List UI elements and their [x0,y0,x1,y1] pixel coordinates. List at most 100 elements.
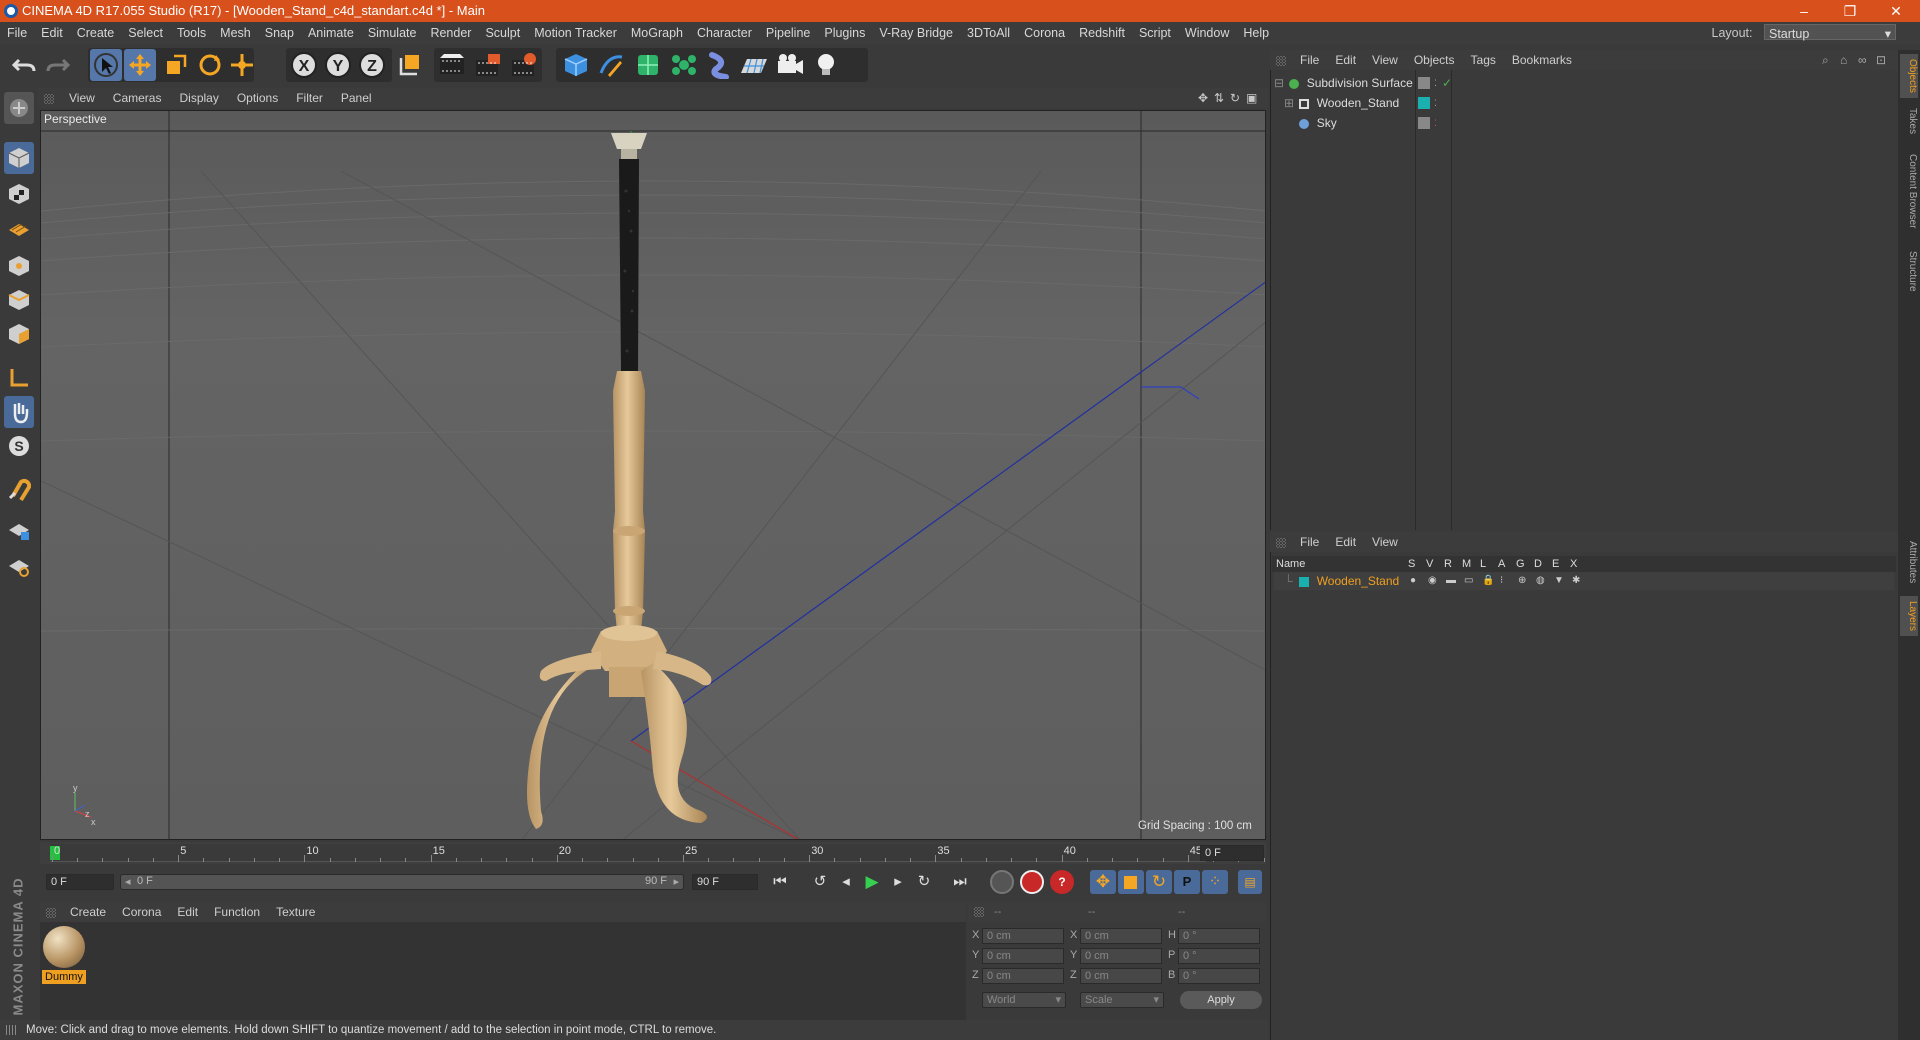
mograph-cloner-button[interactable] [668,49,700,81]
object-row-subdivision-surface[interactable]: ⊟ Subdivision Surface ⁚ ✓ [1274,74,1894,92]
menu-create[interactable]: Create [70,22,122,44]
viewport-zoom-icon[interactable]: ⇅ [1214,88,1224,108]
tab-attributes[interactable]: Attributes [1900,534,1918,590]
layer-lock-icon[interactable]: 🔒 [1482,572,1494,590]
timeline-window-button[interactable]: ▤ [1238,870,1262,894]
search-icon[interactable]: ⌕ [1822,50,1829,70]
viewport-maximize-icon[interactable]: ▣ [1246,88,1257,108]
key-rotation-button[interactable]: ↻ [1146,870,1172,894]
deformer-button[interactable] [704,49,736,81]
layer-column-flag[interactable]: L [1480,556,1486,572]
panel-grip[interactable] [974,907,984,918]
material-menu-corona[interactable]: Corona [114,902,169,922]
viewport-menu-display[interactable]: Display [170,88,227,108]
menu-3dtoall[interactable]: 3DToAll [960,22,1017,44]
texture-mode-button[interactable] [4,178,34,210]
visibility-dots-icon[interactable]: ⁚ [1434,74,1437,92]
layer-tag-icon[interactable] [1418,77,1430,89]
previous-key-icon[interactable]: ↺ [808,870,832,894]
polygons-mode-button[interactable] [4,318,34,350]
viewport-menu-options[interactable]: Options [228,88,287,108]
points-mode-button[interactable] [4,250,34,282]
menu-animate[interactable]: Animate [301,22,361,44]
layer-menu-edit[interactable]: Edit [1327,532,1364,552]
layer-column-name[interactable]: Name [1276,556,1305,572]
apply-button[interactable]: Apply [1180,991,1262,1009]
object-menu-tags[interactable]: Tags [1463,50,1504,70]
render-view-button[interactable] [436,49,468,81]
layer-column-flag[interactable]: E [1552,556,1559,572]
restore-button[interactable]: ❐ [1830,0,1870,22]
make-editable-button[interactable] [4,92,34,124]
material-menu-create[interactable]: Create [62,902,114,922]
layer-color-icon[interactable] [1418,97,1430,109]
viewport-rotate-icon[interactable]: ↻ [1230,88,1240,108]
panel-grip[interactable] [1276,55,1286,66]
viewport-menu-view[interactable]: View [60,88,104,108]
coord-value-field[interactable]: 0 ° [1178,948,1260,964]
viewport-menu-panel[interactable]: Panel [332,88,381,108]
render-settings-button[interactable] [508,49,540,81]
tab-structure[interactable]: Structure [1900,244,1918,298]
key-position-button[interactable]: ✥ [1090,870,1116,894]
layer-animation-icon[interactable]: ⁝ [1500,572,1503,590]
object-menu-file[interactable]: File [1292,50,1327,70]
model-mode-button[interactable] [4,142,34,174]
layer-render-icon[interactable]: ▬ [1446,572,1456,590]
layer-color-swatch[interactable] [1299,576,1310,587]
z-axis-lock-button[interactable]: Z [356,49,388,81]
locked-workplane-button[interactable] [4,514,34,546]
camera-button[interactable] [774,49,806,81]
enabled-check-icon[interactable]: ✓ [1442,74,1452,92]
tab-layers[interactable]: Layers [1900,596,1918,636]
y-axis-lock-button[interactable]: Y [322,49,354,81]
menu-plugins[interactable]: Plugins [817,22,872,44]
go-to-end-icon[interactable]: ⏭ [948,870,972,894]
coord-value-field[interactable]: 0 ° [1178,968,1260,984]
layer-column-flag[interactable]: M [1462,556,1471,572]
menu-render[interactable]: Render [423,22,478,44]
transform-tool-button[interactable] [226,49,258,81]
material-menu-texture[interactable]: Texture [268,902,323,922]
menu-corona[interactable]: Corona [1017,22,1072,44]
live-selection-button[interactable] [90,49,122,81]
key-point-level-button[interactable]: ⁘ [1202,870,1228,894]
menu-snap[interactable]: Snap [258,22,301,44]
planar-workplane-button[interactable] [4,550,34,582]
range-slider[interactable]: ◂ 0 F 90 F ▸ [120,874,684,890]
menu-file[interactable]: File [0,22,34,44]
edges-mode-button[interactable] [4,284,34,316]
tab-objects[interactable]: Objects [1900,54,1918,98]
layer-visible-icon[interactable]: ◉ [1428,572,1437,590]
key-parameter-button[interactable]: P [1174,870,1200,894]
next-frame-icon[interactable]: ▸ [886,870,910,894]
snapping-button[interactable] [4,474,34,506]
coord-value-field[interactable]: 0 cm [982,928,1064,944]
layer-column-flag[interactable]: G [1516,556,1525,572]
layer-solo-icon[interactable]: ● [1410,572,1416,590]
layer-xref-icon[interactable]: ✱ [1572,572,1580,590]
go-to-start-icon[interactable]: ⏮ [768,870,792,894]
layer-column-flag[interactable]: R [1444,556,1452,572]
layout-select[interactable]: Startup ▾ [1764,24,1896,41]
object-row-wooden-stand[interactable]: ⊞ Wooden_Stand ⁚ [1274,94,1894,112]
layer-manager-icon[interactable]: ▭ [1464,572,1473,590]
move-tool-button[interactable] [124,49,156,81]
menu-mograph[interactable]: MoGraph [624,22,690,44]
visibility-dots-icon[interactable]: ⁚ [1434,114,1437,132]
material-swatch[interactable]: Dummy [42,926,86,986]
menu-edit[interactable]: Edit [34,22,70,44]
coord-value-field[interactable]: 0 cm [1080,968,1162,984]
minimize-button[interactable]: – [1784,0,1824,22]
solo-mode-button[interactable]: S [4,430,34,462]
layer-menu-view[interactable]: View [1364,532,1406,552]
menu-sculpt[interactable]: Sculpt [478,22,527,44]
menu-tools[interactable]: Tools [170,22,213,44]
menu-pipeline[interactable]: Pipeline [759,22,817,44]
play-icon[interactable]: ▶ [860,870,884,894]
panel-grip[interactable] [46,907,56,918]
light-button[interactable] [810,49,842,81]
timeline-ruler[interactable]: 051015202530354045505560657075808590 0 F [40,842,1920,864]
rotate-tool-button[interactable] [194,49,226,81]
object-menu-view[interactable]: View [1364,50,1406,70]
